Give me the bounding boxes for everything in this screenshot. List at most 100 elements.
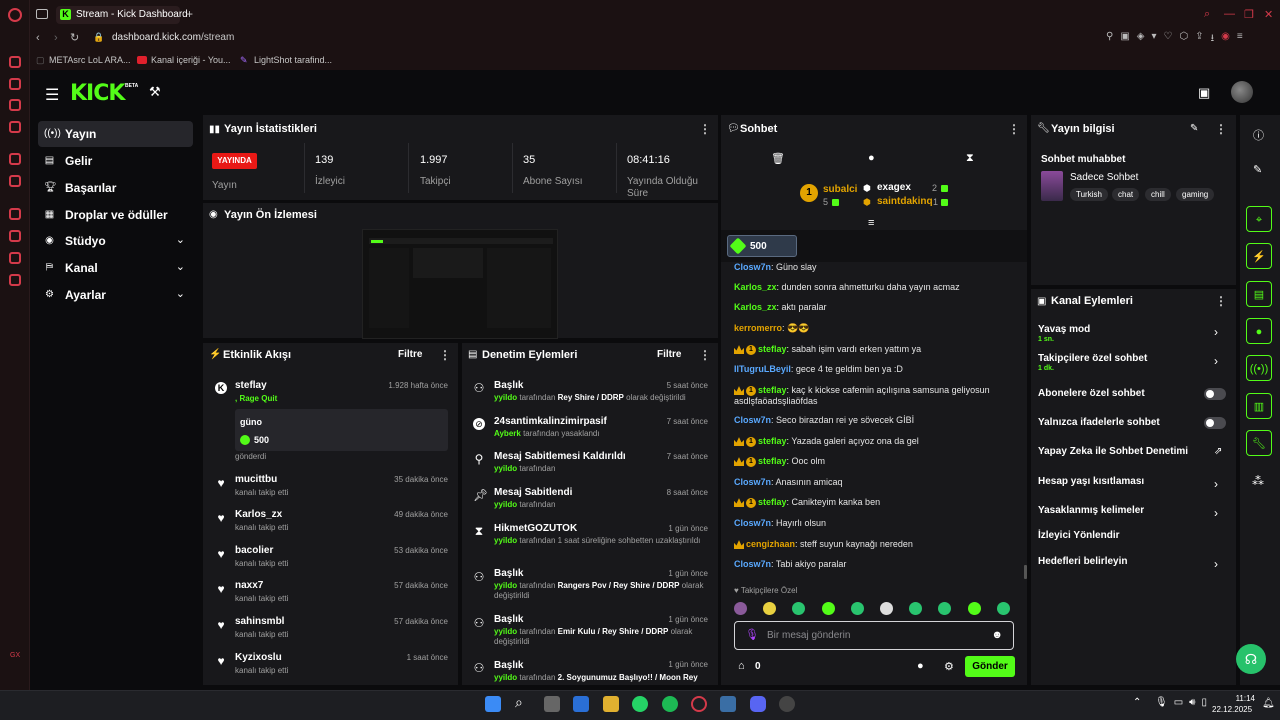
nav-item-ayarlar[interactable]: ⚙ Ayarlar ⌄ — [38, 282, 193, 308]
store-icon[interactable] — [544, 696, 560, 712]
chat-username[interactable]: steflay — [758, 385, 787, 395]
emote-icon[interactable] — [821, 602, 835, 615]
moderation-filter-button[interactable]: Filtre — [657, 349, 681, 360]
avatar[interactable] — [1231, 81, 1253, 103]
settings-icon[interactable] — [9, 274, 21, 286]
tag[interactable]: Turkish — [1070, 188, 1108, 201]
trash-icon[interactable]: 🗑︎ — [771, 152, 785, 165]
chat-input[interactable]: 🎙︎ Bir mesaj gönderin ☻ — [734, 621, 1014, 650]
tray-chevron-icon[interactable]: ⌃ — [1133, 697, 1141, 708]
hourglass-icon[interactable]: ⧗ — [966, 152, 974, 165]
app-icon[interactable] — [720, 696, 736, 712]
nav-item-kanal[interactable]: ⛿ Kanal ⌄ — [38, 255, 193, 281]
chat-icon[interactable]: ● — [1246, 318, 1272, 344]
expand-leaderboard-icon[interactable]: ≡ — [868, 217, 874, 229]
bookmark-1[interactable]: METAsrc LoL ARA... — [49, 55, 131, 65]
kick-logo[interactable]: KICK — [70, 81, 125, 106]
chat-username[interactable]: Closw7n — [734, 559, 771, 569]
clip-icon[interactable]: ⌖ — [1246, 206, 1272, 232]
profile-icon[interactable]: ◉ — [1221, 31, 1230, 45]
clock-time[interactable]: 11:14 — [1231, 694, 1255, 703]
activity-user[interactable]: Karlos_zx — [235, 509, 282, 520]
close-icon[interactable]: ✕ — [1264, 8, 1273, 21]
channel-action-item[interactable]: Hedefleri belirleyin › — [1038, 556, 1228, 580]
chat-username[interactable]: Closw7n — [734, 262, 771, 272]
chat-username[interactable]: kerromerro — [734, 323, 782, 333]
emote-icon[interactable] — [967, 602, 981, 615]
chat-username[interactable]: steflay — [758, 436, 787, 446]
chat-username[interactable]: Closw7n — [734, 415, 771, 425]
emote-icon[interactable] — [734, 602, 747, 615]
bookmark-2[interactable]: Kanal içeriği - You... — [151, 55, 231, 65]
emote-icon[interactable] — [763, 602, 777, 615]
channel-action-item[interactable]: Yapay Zeka ile Sohbet Denetimi ⇗ — [1038, 446, 1228, 470]
opera-logo-icon[interactable] — [8, 8, 22, 22]
chat-username[interactable]: Karlos_zx — [734, 302, 777, 312]
tools-icon[interactable]: ⚒ — [149, 84, 161, 100]
search-icon[interactable]: ⌕ — [515, 694, 523, 711]
outlook-icon[interactable] — [573, 696, 589, 712]
broadcast-icon[interactable]: ((•)) — [1246, 355, 1272, 381]
channel-action-item[interactable]: Yasaklanmış kelimeler › — [1038, 505, 1228, 529]
tab-switch-icon[interactable] — [36, 9, 48, 19]
nav-item-basarilar[interactable]: 🏆︎ Başarılar — [38, 175, 193, 201]
document-icon[interactable]: ▤ — [1246, 281, 1272, 307]
emote-icon[interactable] — [996, 602, 1010, 615]
activity-user[interactable]: steflay — [235, 380, 267, 391]
activity-user[interactable]: Kyzixoslu — [235, 652, 282, 663]
toggle-switch[interactable] — [1204, 417, 1226, 429]
whatsapp-icon[interactable] — [632, 696, 648, 712]
emote-icon[interactable] — [850, 602, 864, 615]
search-icon[interactable]: ⌕ — [1204, 8, 1210, 21]
activity-user[interactable]: mucittbu — [235, 474, 277, 485]
microphone-icon[interactable]: 🎙︎ — [745, 628, 759, 641]
chat-username[interactable]: steflay — [758, 497, 787, 507]
nav-item-yayin[interactable]: ((•)) Yayın — [38, 121, 193, 147]
snapshot-icon[interactable]: ▣ — [1120, 31, 1129, 45]
minimize-icon[interactable]: — — [1224, 8, 1235, 20]
channel-action-item[interactable]: Abonelere özel sohbet — [1038, 388, 1228, 412]
url-field[interactable]: dashboard.kick.com/stream — [112, 32, 234, 43]
channel-action-item[interactable]: Takipçilere özel sohbet 1 dk. › — [1038, 353, 1228, 377]
layout-icon[interactable]: ▥ — [1246, 393, 1272, 419]
emote-icon[interactable] — [880, 602, 893, 615]
chat-username[interactable]: cengizhaan — [746, 539, 795, 549]
app-icon[interactable] — [779, 696, 795, 712]
wrench-icon[interactable]: 🔧︎ — [1246, 430, 1272, 456]
ai-icon[interactable] — [9, 56, 21, 68]
stream-info-menu-icon[interactable]: ⋮ — [1215, 122, 1227, 136]
send-button[interactable]: Gönder — [965, 656, 1015, 677]
chat-username[interactable]: Closw7n — [734, 477, 771, 487]
toggle-switch[interactable] — [1204, 388, 1226, 400]
explorer-icon[interactable] — [603, 696, 619, 712]
emote-icon[interactable] — [938, 602, 952, 615]
bookmark-3[interactable]: LightShot tarafind... — [254, 55, 332, 65]
top-gifter-3[interactable]: saintdakinq — [877, 196, 933, 207]
pencil-icon[interactable]: ✎ — [1253, 163, 1262, 176]
instagram-icon[interactable] — [9, 121, 21, 133]
tag[interactable]: chat — [1112, 188, 1140, 201]
reload-icon[interactable]: ↻ — [70, 31, 79, 44]
heart-icon[interactable]: ♡ — [1164, 31, 1173, 45]
chat-settings-icon[interactable]: ⚙ — [944, 660, 954, 673]
channel-points-icon[interactable]: ⌂ — [738, 660, 745, 672]
chat-username[interactable]: IlTugruLBeyil — [734, 364, 791, 374]
shield-icon[interactable]: ◈ — [1137, 31, 1145, 45]
emote-icon[interactable] — [792, 602, 806, 615]
category-thumbnail[interactable] — [1041, 171, 1063, 201]
play-icon[interactable] — [9, 208, 21, 220]
forward-icon[interactable]: › — [54, 32, 58, 44]
activity-filter-button[interactable]: Filtre — [398, 349, 422, 360]
new-tab-icon[interactable]: + — [186, 7, 193, 21]
windows-start-icon[interactable] — [485, 696, 501, 712]
chat-menu-icon[interactable]: ⋮ — [1008, 122, 1020, 136]
nav-item-droplar[interactable]: ▦ Droplar ve ödüller — [38, 202, 193, 228]
nav-item-gelir[interactable]: ▤ Gelir — [38, 148, 193, 174]
tray-icons[interactable]: 🎙︎▭🔊︎▯ — [1155, 697, 1213, 708]
chat-username[interactable]: steflay — [758, 456, 787, 466]
stats-menu-icon[interactable]: ⋮ — [699, 122, 711, 136]
discord-icon[interactable] — [750, 696, 766, 712]
channel-action-item[interactable]: Yalnızca ifadelerle sohbet — [1038, 417, 1228, 441]
bag-icon[interactable] — [9, 78, 21, 90]
clock-date[interactable]: 22.12.2025 — [1212, 705, 1252, 714]
